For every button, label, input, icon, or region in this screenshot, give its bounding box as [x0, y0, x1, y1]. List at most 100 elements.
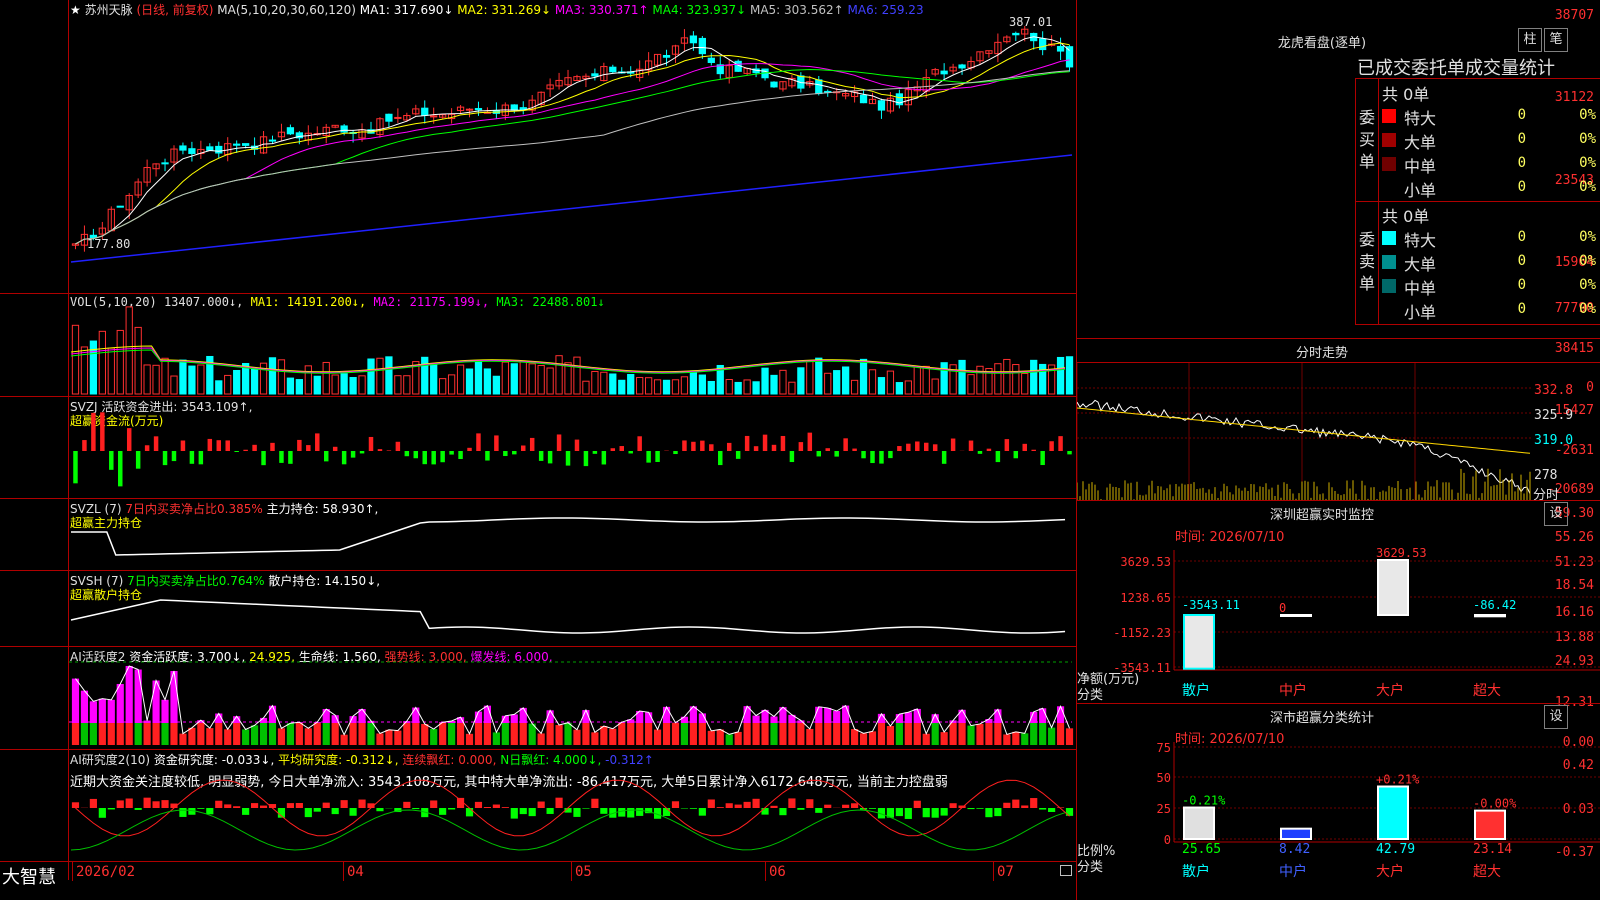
volume-bar	[895, 382, 904, 395]
research-bar	[116, 800, 124, 808]
research-bar	[689, 808, 697, 809]
activity-bar	[967, 725, 975, 745]
research-bar	[143, 797, 151, 808]
research-bar	[71, 802, 80, 808]
volume-bar	[653, 379, 662, 395]
research-bar	[582, 808, 590, 809]
research-bar	[152, 801, 160, 808]
activity-bar	[958, 723, 966, 745]
settings-button[interactable]: 设	[1544, 705, 1568, 729]
y-tick: 3629.53	[1120, 555, 1171, 569]
bar-view-button[interactable]: 柱	[1518, 28, 1542, 52]
research-bar	[591, 798, 599, 808]
candle-body	[770, 81, 778, 88]
row-count: 0	[1517, 155, 1526, 171]
sz-class-chart[interactable]: 75 50 25 0 -0.21% 25.65 散户 8.42 中户 +0.21% 42.79 大户 -…	[1077, 742, 1600, 900]
activity-bar	[877, 723, 886, 745]
x-tick: 04	[347, 864, 364, 880]
research-bar	[349, 808, 357, 816]
activity-bar	[618, 723, 626, 745]
research-bar	[985, 808, 993, 818]
volume-bar	[743, 379, 751, 395]
activity-bar	[922, 733, 930, 745]
candle-body	[161, 162, 169, 165]
volume-bar	[976, 365, 984, 395]
research-bar	[358, 799, 366, 808]
candle-body	[815, 79, 823, 95]
volume-bar	[98, 330, 106, 395]
activity-bar	[313, 723, 321, 745]
activity-bar	[125, 723, 133, 745]
sz-monitor-title: 深圳超赢实时监控	[1269, 508, 1374, 523]
candle-body	[340, 125, 348, 133]
candle-body	[268, 139, 277, 142]
activity-bar	[797, 723, 805, 745]
volume-bar	[752, 381, 760, 395]
research-bar	[474, 801, 483, 808]
retail-holding-line	[70, 599, 1066, 634]
volume-bar	[403, 375, 411, 395]
volume-bar	[788, 381, 796, 395]
activity-bar-high	[1056, 706, 1065, 723]
activity-bar	[824, 723, 832, 745]
activity-bar	[242, 729, 250, 745]
research-bar	[868, 808, 877, 809]
x-tick: 06	[769, 864, 786, 880]
research-bar	[546, 808, 554, 814]
activity-bar	[89, 723, 97, 745]
volume-bar	[761, 367, 769, 395]
change-label: +0.21%	[1376, 773, 1420, 787]
intraday-axis-mid: 325.9	[1534, 408, 1574, 423]
change-label: -0.00%	[1473, 797, 1517, 811]
candle-body	[1012, 32, 1020, 36]
volume-bar	[510, 363, 518, 395]
x-tick: 2026/02	[76, 864, 136, 880]
tab-filled[interactable]: 已成交	[1357, 58, 1411, 79]
volume-bar	[859, 358, 868, 395]
activity-bar	[994, 723, 1002, 745]
vol-ma-line	[70, 349, 1066, 374]
volume-bar	[304, 365, 312, 395]
settings-button[interactable]: 设	[1544, 502, 1568, 526]
volume-bar	[268, 357, 277, 395]
activity-bar-high	[71, 678, 80, 723]
sz-monitor-chart[interactable]: 3629.531238.65-1152.23-3543.11-3543.11散户…	[1077, 540, 1600, 702]
research-bar	[304, 808, 312, 818]
lock-icon[interactable]	[1060, 865, 1072, 876]
tab-orders[interactable]: 委托单	[1411, 58, 1465, 79]
research-bar	[707, 799, 715, 808]
tab-volume-stats[interactable]: 成交量统计	[1465, 58, 1555, 79]
volume-bar	[483, 368, 492, 395]
class-value-label: 25.65	[1182, 842, 1221, 857]
activity-bar	[349, 723, 357, 745]
research-bar	[483, 806, 492, 808]
volume-bar	[116, 329, 124, 395]
candle-body	[662, 55, 671, 58]
volume-bar	[958, 359, 966, 395]
volume-bar	[519, 360, 527, 395]
candle-body	[609, 66, 617, 73]
volume-bar	[546, 367, 554, 395]
bar-value-label: -3543.11	[1182, 598, 1240, 612]
row-count: 0	[1517, 131, 1526, 147]
high-price-label: 387.01	[1009, 15, 1052, 29]
row-label: 小单	[1404, 303, 1437, 322]
activity-bar-high	[770, 716, 778, 723]
activity-bar	[609, 728, 617, 745]
pen-view-button[interactable]: 笔	[1544, 28, 1568, 52]
research-bar	[322, 802, 330, 808]
activity-bar-high	[833, 711, 841, 723]
right-panel: 龙虎看盘(逐单) 柱 笔 已成交委托单成交量统计 委买单 委卖单 共 0单 共 …	[1077, 0, 1600, 900]
activity-bar	[483, 723, 492, 745]
intraday-chart[interactable]	[1077, 363, 1600, 500]
activity-bar-high	[824, 707, 832, 723]
bar-0	[1183, 614, 1215, 670]
activity-bar-high	[134, 669, 142, 723]
kline-chart[interactable]: 387.01 177.80	[69, 0, 1076, 880]
y-tick: -1152.23	[1113, 626, 1171, 640]
activity-bar	[394, 730, 402, 745]
volume-bar	[152, 364, 160, 395]
research-bar	[89, 798, 97, 808]
activity-bar	[645, 723, 653, 745]
volume-bar	[1021, 372, 1029, 395]
